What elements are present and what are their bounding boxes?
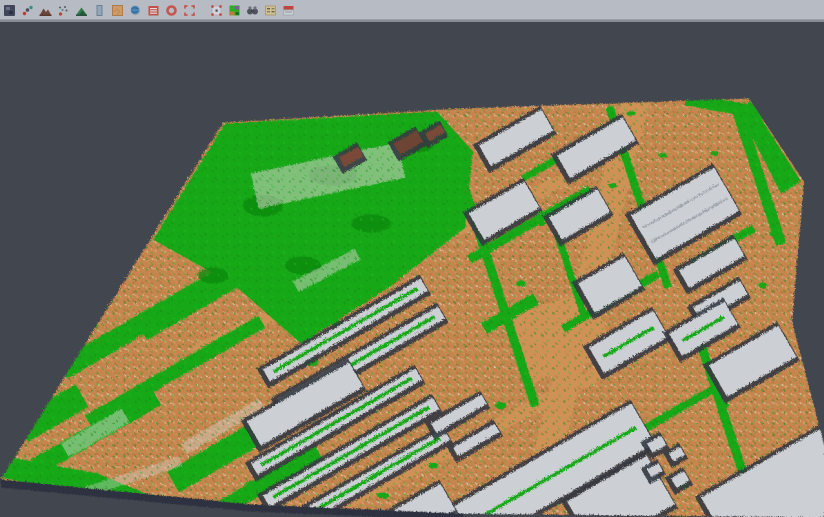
red-ring-icon[interactable] <box>164 3 178 17</box>
attribute-table-icon[interactable] <box>263 3 277 17</box>
sparse-points-icon[interactable] <box>56 3 70 17</box>
red-profile-lines-icon[interactable] <box>146 3 160 17</box>
main-toolbar <box>0 0 824 22</box>
scatter-points-icon[interactable] <box>20 3 34 17</box>
globe-icon[interactable] <box>128 3 142 17</box>
3d-viewport[interactable] <box>0 22 824 517</box>
red-brackets-icon[interactable] <box>182 3 196 17</box>
blue-column-icon[interactable] <box>92 3 106 17</box>
binoculars-icon[interactable] <box>245 3 259 17</box>
green-surface-icon[interactable] <box>74 3 88 17</box>
classification-map-icon[interactable] <box>227 3 241 17</box>
brown-terrain-icon[interactable] <box>38 3 52 17</box>
dark-tile-icon[interactable] <box>2 3 16 17</box>
app-window <box>0 0 824 517</box>
ortho-image-icon[interactable] <box>110 3 124 17</box>
red-header-panel-icon[interactable] <box>281 3 295 17</box>
corner-points-grid-icon[interactable] <box>209 3 223 17</box>
point-cloud-canvas[interactable] <box>0 22 824 517</box>
